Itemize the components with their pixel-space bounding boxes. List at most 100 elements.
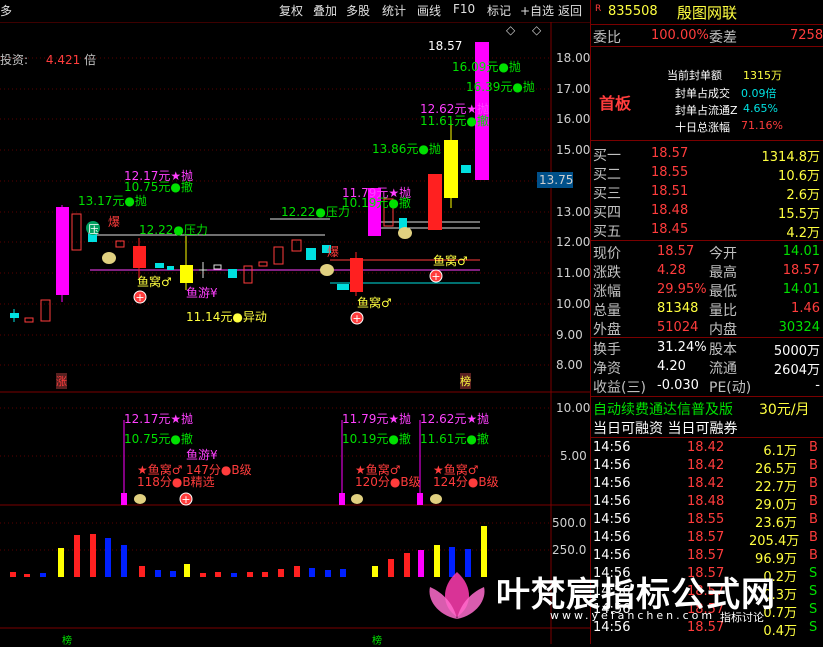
sub-signal-label: 118分●B精选: [137, 475, 215, 489]
volume-bar: [340, 569, 346, 577]
tick-price: 18.42: [687, 458, 725, 473]
toolbar-button-multi-stock[interactable]: 多股: [346, 2, 370, 19]
bottom-rank-mark: 榜: [62, 636, 72, 647]
volume-bar: [215, 572, 221, 577]
volume-bar: [139, 566, 145, 577]
candle: [461, 165, 471, 173]
tick-side: B: [809, 458, 818, 473]
price-tick: 13.00: [556, 205, 591, 219]
stat-label: 量比: [709, 303, 737, 319]
seal-value: 1315万: [743, 69, 782, 82]
stat-value: -: [815, 378, 820, 393]
tick-time: 14:56: [593, 440, 631, 455]
r-badge: R: [595, 4, 602, 14]
toolbar-button-add-watch[interactable]: +自选: [520, 2, 554, 19]
pressure-badge-label: 压: [88, 223, 99, 236]
stat-value: 14.01: [782, 282, 820, 297]
tick-time: 14:56: [593, 602, 631, 617]
money-bag-icon: [398, 227, 412, 239]
tick-volume: 0.3万: [763, 588, 797, 603]
top-info-prefix: 投资:: [0, 53, 29, 67]
tick-price: 18.55: [687, 512, 725, 527]
sub-signal-label: 124分●B级: [433, 475, 499, 489]
seal-value: 71.16%: [741, 119, 783, 132]
price-tick: 15.00: [556, 143, 591, 157]
margin-label: 当日可融资 当日可融券: [593, 421, 738, 437]
volume-bar: [155, 570, 161, 577]
weicha-value: 7258: [790, 28, 823, 43]
price-tick: 18.00: [556, 51, 591, 65]
ad-price[interactable]: 30元/月: [759, 399, 810, 419]
volume-bar: [278, 569, 284, 577]
volume-bar: [465, 549, 471, 577]
volume-bar: [200, 573, 206, 577]
stat-value: 5000万: [773, 344, 820, 359]
vol-tick: 500.0: [552, 516, 587, 530]
seal-value: 4.65%: [743, 102, 778, 115]
stat-label: 换手: [593, 342, 621, 358]
toolbar-button-back[interactable]: 返回: [558, 2, 582, 19]
buy-level-label: 买二: [593, 167, 621, 183]
toolbar-button-stats[interactable]: 统计: [382, 2, 406, 19]
buy-level-price: 18.48: [651, 203, 689, 218]
candle: [155, 263, 164, 268]
tick-price: 18.57: [687, 602, 725, 617]
price-tick: 12.00: [556, 235, 591, 249]
burst-label: 爆: [327, 245, 340, 259]
buy-level-label: 买四: [593, 205, 621, 221]
stat-label: 净资: [593, 361, 621, 377]
volume-bar: [388, 559, 394, 577]
toolbar-button-f10[interactable]: F10: [453, 2, 475, 16]
tick-volume: 205.4万: [749, 534, 800, 549]
tick-side: B: [809, 440, 818, 455]
buy-level-volume: 10.6万: [778, 169, 820, 184]
burst-label: 爆: [108, 215, 121, 229]
volume-bar: [325, 570, 331, 577]
toolbar-button-overlay[interactable]: 叠加: [313, 2, 337, 19]
signal-label: 16.39元●抛: [466, 80, 535, 94]
tick-volume: 96.9万: [755, 552, 797, 567]
tick-side: S: [809, 566, 818, 581]
buy-level-label: 买一: [593, 148, 621, 164]
tick-side: B: [809, 494, 818, 509]
tick-time: 14:56: [593, 512, 631, 527]
tick-volume: 0.2万: [763, 570, 797, 585]
volume-bar: [294, 566, 300, 577]
stat-label: 内盘: [709, 322, 737, 338]
tick-time: 14:56: [593, 476, 631, 491]
plus-glyph: +: [135, 291, 144, 304]
toolbar-button-fuquan[interactable]: 复权: [279, 2, 303, 19]
signal-label: 16.09元●抛: [452, 60, 521, 74]
buy-level-price: 18.57: [651, 146, 689, 161]
candle: [228, 269, 237, 278]
rank-mark: 榜: [460, 373, 471, 389]
diamond-icon[interactable]: ◇: [532, 23, 541, 37]
candle: [258, 261, 268, 267]
volume-bar: [58, 548, 64, 577]
diamond-icon[interactable]: ◇: [506, 23, 515, 37]
signal-bar: [339, 493, 345, 505]
tick-volume: 26.5万: [755, 462, 797, 477]
candle: [167, 266, 174, 270]
candle: [213, 264, 222, 270]
stat-label: 现价: [593, 246, 621, 262]
stat-value: 18.57: [657, 244, 695, 259]
candle: [40, 299, 51, 322]
kline-chart[interactable]: + + + +: [0, 22, 590, 644]
stat-label: 最低: [709, 284, 737, 300]
volume-bar: [434, 545, 440, 577]
stat-label: 最高: [709, 265, 737, 281]
tick-side: B: [809, 530, 818, 545]
toolbar-button-mark[interactable]: 标记: [487, 2, 511, 19]
tick-price: 18.57: [687, 548, 725, 563]
toolbar-button-draw[interactable]: 画线: [417, 2, 441, 19]
price-tick: 17.00: [556, 82, 591, 96]
ad-text[interactable]: 自动续费通达信普及版: [593, 399, 733, 419]
candle: [71, 213, 82, 251]
money-bag-icon: [134, 494, 146, 504]
buy-level-price: 18.55: [651, 165, 689, 180]
fish-swim-label: 鱼游¥: [186, 286, 218, 300]
candle: [24, 317, 34, 323]
stat-label: 总量: [593, 303, 621, 319]
volume-bar: [90, 534, 96, 577]
